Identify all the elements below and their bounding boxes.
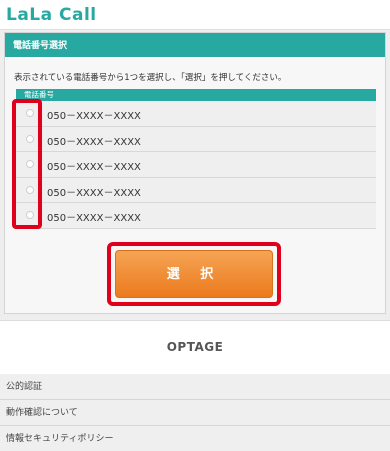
radio-button[interactable] (26, 185, 34, 194)
radio-button[interactable] (26, 134, 34, 143)
number-table: 電話番号 050－XXXX－XXXX 050－XXXX－XXXX 050－XXX… (16, 89, 376, 229)
footer-brand: OPTAGE (0, 320, 390, 374)
phone-number: 050－XXXX－XXXX (47, 136, 141, 148)
panel-title: 電話番号選択 (5, 33, 385, 59)
number-row[interactable]: 050－XXXX－XXXX (16, 152, 376, 178)
phone-number: 050－XXXX－XXXX (47, 213, 141, 224)
number-row[interactable]: 050－XXXX－XXXX (16, 126, 376, 152)
footer-link-authentication[interactable]: 公的認証 (0, 374, 390, 400)
number-row[interactable]: 050－XXXX－XXXX (16, 101, 376, 127)
footer-link-security-policy[interactable]: 情報セキュリティポリシー (0, 426, 390, 451)
phone-number: 050－XXXX－XXXX (47, 111, 141, 122)
number-row[interactable]: 050－XXXX－XXXX (16, 203, 376, 229)
radio-button[interactable] (26, 160, 34, 168)
table-header: 電話番号 (16, 89, 376, 101)
brand-logo[interactable]: OPTAGE (0, 340, 390, 354)
footer-links: 公的認証 動作確認について 情報セキュリティポリシー (0, 374, 390, 451)
radio-button[interactable] (26, 211, 34, 219)
footer-link-compatibility[interactable]: 動作確認について (0, 400, 390, 426)
brand-name: OPTAGE (166, 340, 224, 354)
phone-number: 050－XXXX－XXXX (47, 187, 141, 199)
app-logo[interactable]: LaLa Call (6, 5, 97, 25)
phone-number: 050－XXXX－XXXX (47, 162, 141, 173)
top-bar: LaLa Call (0, 0, 390, 30)
instruction-text: 表示されている電話番号から1つを選択し、「選択」を押してください。 (14, 73, 287, 83)
number-row[interactable]: 050－XXXX－XXXX (16, 177, 376, 203)
radio-button[interactable] (26, 109, 34, 117)
select-button[interactable]: 選 択 (115, 250, 273, 298)
